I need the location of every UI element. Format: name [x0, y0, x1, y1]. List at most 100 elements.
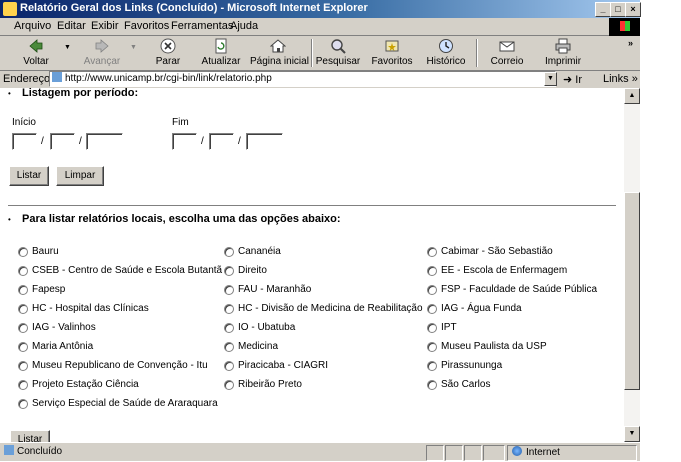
date-separator: / [41, 136, 44, 147]
radio-button[interactable] [224, 380, 234, 390]
menu-ajuda[interactable]: Ajuda [230, 20, 258, 32]
local-option-label: IAG - Água Funda [441, 303, 522, 314]
chevron-right-icon[interactable]: » [628, 38, 633, 48]
local-option-label: Direito [238, 265, 267, 276]
minimize-button[interactable]: _ [595, 2, 611, 17]
favorites-button[interactable]: Favoritos [369, 37, 415, 69]
back-label: Voltar [23, 56, 49, 67]
end-month-input[interactable] [209, 133, 234, 150]
local-option-label: CSEB - Centro de Saúde e Escola Butantã [32, 265, 223, 276]
radio-button[interactable] [224, 247, 234, 257]
scroll-thumb[interactable] [624, 192, 640, 390]
radio-button[interactable] [18, 247, 28, 257]
radio-button[interactable] [18, 342, 28, 352]
vertical-scrollbar[interactable]: ▲ ▼ [624, 88, 640, 442]
search-icon [331, 39, 346, 54]
toolbar-separator [476, 39, 478, 67]
radio-button[interactable] [224, 323, 234, 333]
go-label: Ir [575, 74, 583, 86]
go-arrow-icon: ➜ [563, 74, 573, 86]
print-button[interactable]: Imprimir [540, 37, 586, 69]
radio-button[interactable] [427, 285, 437, 295]
radio-button[interactable] [18, 361, 28, 371]
radio-button[interactable] [18, 304, 28, 314]
menu-ferramentas[interactable]: Ferramentas [171, 20, 233, 32]
radio-button[interactable] [427, 342, 437, 352]
bullet-icon: • [8, 89, 11, 98]
local-option-label: Museu Paulista da USP [441, 341, 547, 352]
radio-button[interactable] [224, 266, 234, 276]
list-local-button[interactable]: Listar [10, 430, 50, 442]
menu-arquivo[interactable]: Arquivo [14, 20, 51, 32]
address-input[interactable]: http://www.unicamp.br/cgi-bin/link/relat… [49, 71, 556, 87]
local-option-label: IO - Ubatuba [238, 322, 296, 333]
chevron-down-icon[interactable]: ▼ [64, 44, 71, 51]
chevron-right-icon: » [631, 73, 638, 85]
address-label: Endereço [3, 73, 51, 85]
links-button[interactable]: Links » [603, 73, 638, 85]
menu-favoritos[interactable]: Favoritos [124, 20, 169, 32]
radio-button[interactable] [427, 266, 437, 276]
radio-button[interactable] [18, 399, 28, 409]
local-option-label: FAU - Maranhão [238, 284, 312, 295]
end-label: Fim [172, 117, 189, 128]
browser-window: Relatório Geral dos Links (Concluído) - … [0, 0, 641, 461]
radio-button[interactable] [224, 361, 234, 371]
clear-button[interactable]: Limpar [56, 166, 104, 186]
refresh-button[interactable]: Atualizar [198, 37, 244, 69]
radio-button[interactable] [18, 285, 28, 295]
mail-button[interactable]: Correio [484, 37, 530, 69]
radio-button[interactable] [224, 285, 234, 295]
history-button[interactable]: Histórico [423, 37, 469, 69]
favorites-icon [385, 40, 399, 52]
radio-button[interactable] [18, 266, 28, 276]
end-day-input[interactable] [172, 133, 197, 150]
forward-button[interactable]: Avançar [78, 37, 126, 69]
radio-button[interactable] [224, 342, 234, 352]
links-label: Links [603, 73, 629, 85]
radio-button[interactable] [427, 361, 437, 371]
status-text-panel: Concluído [2, 445, 422, 459]
toolbar-separator [311, 39, 313, 67]
refresh-label: Atualizar [201, 56, 241, 67]
date-separator: / [238, 136, 241, 147]
stop-button[interactable]: Parar [148, 37, 188, 69]
close-button[interactable]: × [625, 2, 641, 17]
local-option-label: Ribeirão Preto [238, 379, 302, 390]
start-year-input[interactable] [86, 133, 123, 150]
local-option-label: Fapesp [32, 284, 66, 295]
windows-logo-icon [609, 18, 640, 36]
radio-button[interactable] [18, 323, 28, 333]
search-button[interactable]: Pesquisar [315, 37, 361, 69]
back-button[interactable]: Voltar [14, 37, 58, 69]
start-month-input[interactable] [50, 133, 75, 150]
radio-button[interactable] [427, 380, 437, 390]
radio-button[interactable] [18, 380, 28, 390]
scroll-up-icon[interactable]: ▲ [624, 88, 640, 104]
print-icon [555, 38, 571, 54]
go-button[interactable]: ➜ Ir [563, 73, 582, 86]
menu-editar[interactable]: Editar [57, 20, 86, 32]
status-panel [464, 445, 482, 461]
home-button[interactable]: Página inicial [250, 37, 309, 69]
globe-icon [512, 446, 522, 456]
local-option-label: Pirassununga [441, 360, 503, 371]
end-year-input[interactable] [246, 133, 283, 150]
period-section-title: Listagem por período: [22, 88, 139, 99]
chevron-down-icon[interactable]: ▼ [544, 72, 557, 86]
refresh-icon [215, 38, 227, 54]
chevron-down-icon[interactable]: ▼ [130, 44, 137, 51]
maximize-button[interactable]: □ [610, 2, 626, 17]
menu-exibir[interactable]: Exibir [91, 20, 119, 32]
radio-button[interactable] [427, 304, 437, 314]
radio-button[interactable] [427, 323, 437, 333]
list-period-button[interactable]: Listar [9, 166, 49, 186]
start-day-input[interactable] [12, 133, 37, 150]
radio-button[interactable] [427, 247, 437, 257]
ie-icon [3, 2, 17, 16]
radio-button[interactable] [224, 304, 234, 314]
forward-arrow-icon [95, 39, 109, 53]
home-icon [270, 39, 286, 53]
scroll-down-icon[interactable]: ▼ [624, 426, 640, 442]
address-bar: Endereço http://www.unicamp.br/cgi-bin/l… [0, 70, 640, 89]
